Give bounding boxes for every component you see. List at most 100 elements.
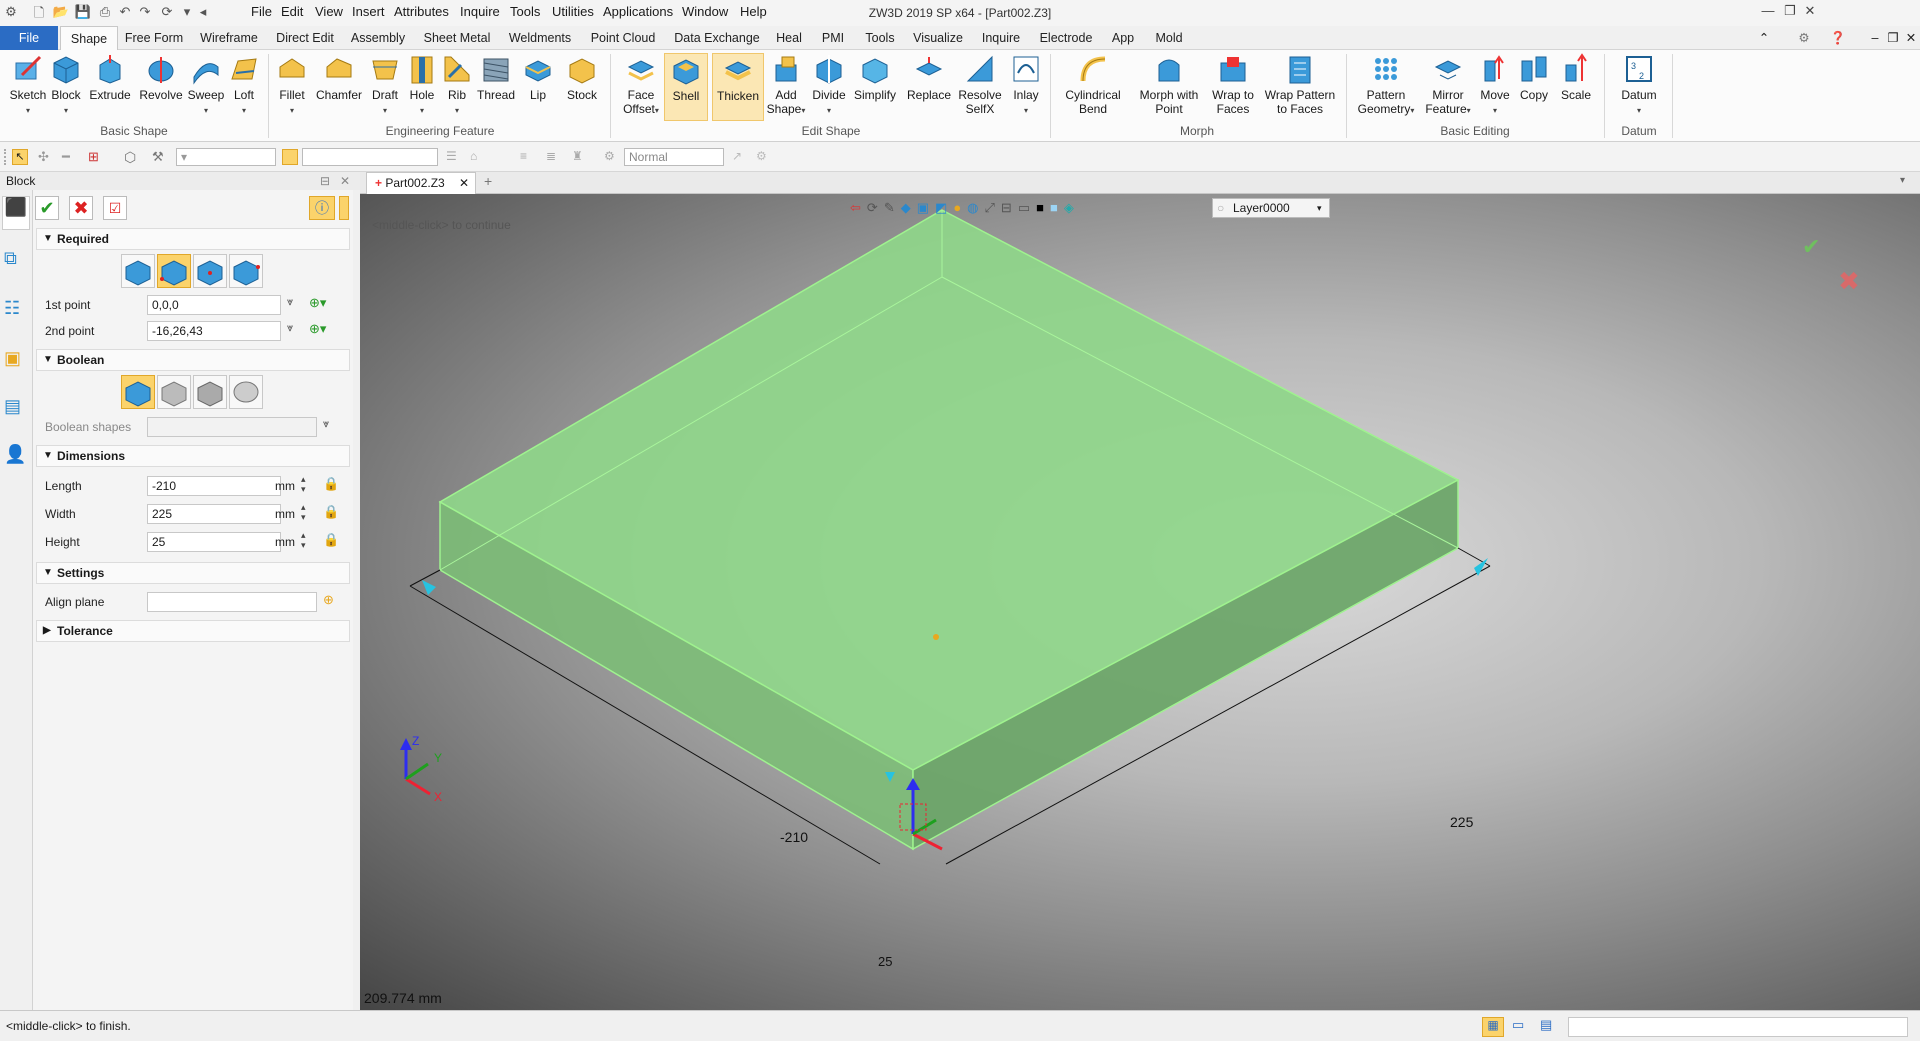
required-section-header[interactable]: ▼ Required	[36, 228, 350, 250]
assembly-tree-icon[interactable]: ⧉	[4, 248, 28, 272]
block-button[interactable]: Block ▾	[46, 53, 86, 118]
align-icon[interactable]: ☰	[446, 149, 462, 165]
settings-icon[interactable]: ⚙	[756, 149, 772, 165]
block-mode-box-button[interactable]	[121, 254, 155, 288]
width-lock-icon[interactable]: 🔒	[323, 504, 339, 520]
morph-with-point-button[interactable]: Morph with Point	[1130, 53, 1208, 116]
align-plane-input[interactable]	[147, 592, 317, 612]
lip-button[interactable]: Lip	[520, 53, 556, 102]
draft-button[interactable]: Draft ▾	[366, 53, 404, 118]
viewport-cancel-x-icon[interactable]: ✖	[1838, 266, 1860, 297]
settings-section-header[interactable]: ▼ Settings	[36, 562, 350, 584]
render-mode-combo[interactable]: Normal	[624, 148, 724, 166]
datum-button[interactable]: 32 Datum ▾	[1614, 53, 1664, 118]
tab-free-form[interactable]: Free Form	[120, 26, 188, 50]
tab-file[interactable]: File	[0, 26, 58, 50]
tab-mold[interactable]: Mold	[1148, 26, 1190, 50]
pen-icon[interactable]: ✎	[884, 200, 901, 215]
zoom-box-icon[interactable]: ◩	[935, 200, 953, 215]
stack-icon[interactable]: ≣	[546, 149, 562, 165]
cylindrical-bend-button[interactable]: Cylindrical Bend	[1056, 53, 1130, 116]
display-icon[interactable]: ◍	[967, 200, 984, 215]
filter-combo[interactable]: ▾	[176, 148, 276, 166]
status-grid-icon[interactable]: ▤	[1540, 1017, 1560, 1037]
chamfer-button[interactable]: Chamfer	[314, 53, 364, 102]
fit-icon[interactable]: ⤢	[985, 200, 1001, 215]
tab-heal[interactable]: Heal	[770, 26, 808, 50]
section-icon[interactable]: ⊟	[1001, 200, 1018, 215]
width-spinner-icon[interactable]: ▴ ▾	[301, 502, 306, 522]
restore-icon[interactable]: ❐	[1780, 3, 1800, 21]
lock-icon[interactable]: ⌂	[470, 149, 486, 165]
status-view-icon[interactable]: ▦	[1482, 1017, 1504, 1037]
menu-utilities[interactable]: Utilities	[552, 4, 594, 19]
minus-icon[interactable]: ━	[62, 149, 78, 165]
collapse-ribbon-icon[interactable]: ⌃	[1754, 26, 1774, 50]
cursor-icon[interactable]: ↗	[732, 149, 748, 165]
face-offset-button[interactable]: Face Offset▾	[616, 53, 666, 118]
height-spinner-icon[interactable]: ▴ ▾	[301, 530, 306, 550]
menu-applications[interactable]: Applications	[603, 4, 673, 19]
hammer-icon[interactable]: ⚒	[152, 149, 168, 165]
double-chevron-down-icon[interactable]: ⩔	[323, 418, 329, 431]
panel-close-icon[interactable]: ✕	[340, 172, 350, 190]
fillet-button[interactable]: Fillet ▾	[272, 53, 312, 118]
boolean-remove-button[interactable]	[193, 375, 227, 409]
plane-pick-icon[interactable]: ⊕	[323, 592, 334, 608]
block-mode-center-button[interactable]	[193, 254, 227, 288]
refresh-icon[interactable]: ⟳	[158, 4, 176, 20]
ribbon-minimize-icon[interactable]: –	[1866, 26, 1884, 50]
menu-attributes[interactable]: Attributes	[394, 4, 449, 19]
tab-close-icon[interactable]: ✕	[459, 173, 469, 193]
tab-weldments[interactable]: Weldments	[504, 26, 576, 50]
length-spinner-icon[interactable]: ▴ ▾	[301, 474, 306, 494]
minimize-icon[interactable]: —	[1758, 3, 1778, 21]
hole-button[interactable]: Hole ▾	[404, 53, 440, 118]
image-library-icon[interactable]: ▤	[4, 396, 28, 420]
width-dimension-label[interactable]: 225	[1450, 814, 1473, 830]
print-icon[interactable]: ⎙	[96, 4, 114, 20]
inlay-button[interactable]: Inlay ▾	[1006, 53, 1046, 118]
status-monitor-icon[interactable]: ▭	[1512, 1017, 1532, 1037]
user-icon[interactable]: 👤	[4, 444, 28, 468]
close-icon[interactable]: ✕	[1800, 3, 1820, 21]
new-file-icon[interactable]: 🗋	[30, 4, 48, 20]
resolve-selfx-button[interactable]: Resolve SelfX	[956, 53, 1004, 116]
mirror-feature-button[interactable]: Mirror Feature▾	[1420, 53, 1476, 118]
tab-pmi[interactable]: PMI	[814, 26, 852, 50]
double-chevron-down-icon[interactable]: ⩔	[287, 296, 293, 309]
width-input[interactable]: 225	[147, 504, 281, 524]
move-button[interactable]: Move ▾	[1476, 53, 1514, 118]
layer-icon[interactable]: ◈	[1064, 200, 1080, 215]
app-logo-icon[interactable]: ⚙	[2, 4, 20, 20]
rib-button[interactable]: Rib ▾	[440, 53, 474, 118]
menu-help[interactable]: Help	[740, 4, 767, 19]
wrap-pattern-to-faces-button[interactable]: Wrap Pattern to Faces	[1262, 53, 1338, 116]
tab-visualize[interactable]: Visualize	[908, 26, 968, 50]
filter-icon[interactable]: ✣	[38, 149, 54, 165]
point-pick-icon[interactable]: ⊕▾	[309, 295, 326, 311]
menu-view[interactable]: View	[315, 4, 343, 19]
tab-point-cloud[interactable]: Point Cloud	[582, 26, 664, 50]
apply-icon[interactable]: ☑	[103, 196, 127, 220]
3d-viewport[interactable]: <middle-click> to continue ✔ ✖ -210 225 …	[360, 194, 1920, 1010]
redo-icon[interactable]: ↷	[136, 4, 154, 20]
open-folder-icon[interactable]: 📂	[52, 4, 70, 20]
black-rect-icon[interactable]: ■	[1036, 200, 1050, 215]
thicken-button[interactable]: Thicken	[712, 53, 764, 121]
list-icon[interactable]: ≡	[520, 149, 536, 165]
add-shape-button[interactable]: Add Shape▾	[764, 53, 808, 118]
block-mode-two-point-button[interactable]	[157, 254, 191, 288]
wrap-to-faces-button[interactable]: Wrap to Faces	[1206, 53, 1260, 116]
ribbon-close-icon[interactable]: ✕	[1902, 26, 1920, 50]
back-arrow-icon[interactable]: ◂	[194, 4, 212, 20]
menu-edit[interactable]: Edit	[281, 4, 303, 19]
pattern-geometry-button[interactable]: Pattern Geometry▾	[1352, 53, 1420, 118]
loft-button[interactable]: Loft ▾	[226, 53, 262, 118]
sweep-button[interactable]: Sweep ▾	[186, 53, 226, 118]
previous-view-icon[interactable]: ⇦	[850, 200, 867, 215]
structure-tree-icon[interactable]: ☷	[4, 298, 28, 322]
dimensions-section-header[interactable]: ▼ Dimensions	[36, 445, 350, 467]
parts-library-icon[interactable]: ▣	[4, 348, 28, 372]
new-tab-plus-icon[interactable]: +	[484, 173, 492, 189]
